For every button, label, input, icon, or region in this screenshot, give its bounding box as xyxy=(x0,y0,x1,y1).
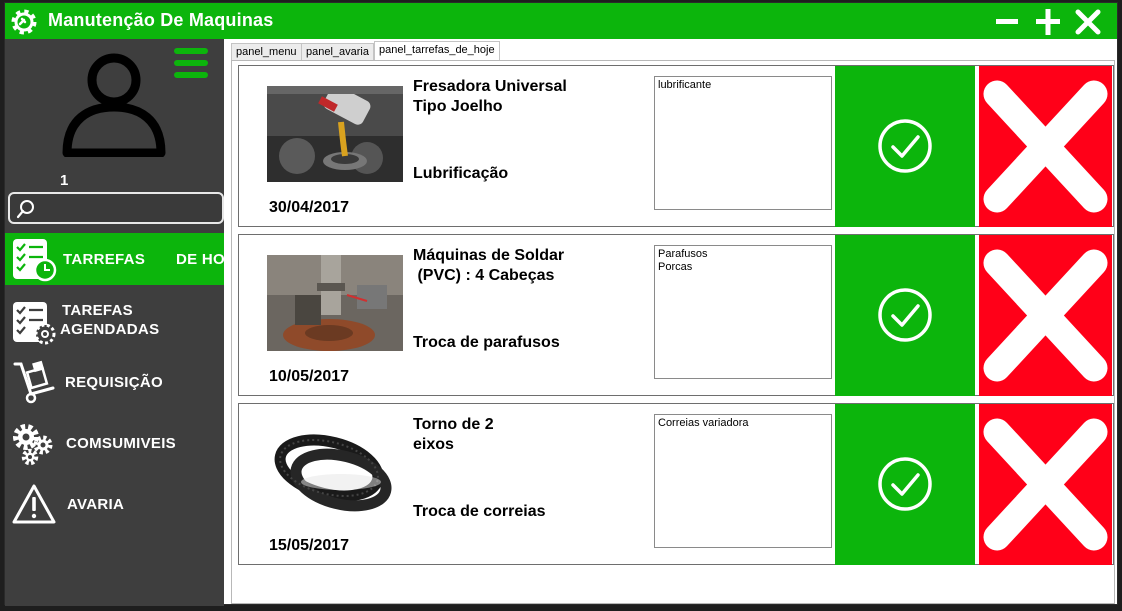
material-item: Porcas xyxy=(658,261,693,273)
maximize-button[interactable] xyxy=(1032,6,1064,38)
sidebar: 1 TARREFAS DE HO TAREFAS AGENDADAS REQUI… xyxy=(5,39,226,606)
material-item: Correias variadora xyxy=(658,417,749,429)
confirm-task-button[interactable] xyxy=(835,66,975,227)
drive-belt-image xyxy=(267,424,403,520)
cross-icon xyxy=(983,249,1108,382)
task-materials-list[interactable]: lubrificante xyxy=(654,76,832,210)
task-type: Troca de correias xyxy=(413,503,546,520)
check-circle-icon xyxy=(878,119,932,173)
task-date: 30/04/2017 xyxy=(269,199,350,216)
tab-panel-avaria[interactable]: panel_avaria xyxy=(301,43,374,61)
app-window: Manutenção De Maquinas 1 TARREFAS DE HO … xyxy=(4,2,1118,606)
tab-panel-menu[interactable]: panel_menu xyxy=(231,43,302,61)
task-materials-list[interactable]: Parafusos Porcas xyxy=(654,245,832,379)
settings-gear-icon xyxy=(11,9,37,35)
user-id: 1 xyxy=(60,172,69,189)
task-machine-name: Torno de 2 eixos xyxy=(413,416,494,453)
search-icon xyxy=(16,200,34,219)
task-date: 10/05/2017 xyxy=(269,368,350,385)
checklist-clock-icon xyxy=(13,239,57,282)
sidebar-item-label: REQUISIÇÃO xyxy=(65,374,164,391)
material-item: lubrificante xyxy=(658,79,712,91)
tab-panel-tarrefas-de-hoje[interactable]: panel_tarrefas_de_hoje xyxy=(374,41,500,61)
task-card: Máquinas de Soldar (PVC) : 4 Cabeças Tro… xyxy=(238,234,1114,396)
sidebar-item-label-2: AGENDADAS xyxy=(60,321,160,338)
minimize-button[interactable] xyxy=(991,6,1023,38)
material-item: Parafusos xyxy=(658,248,708,260)
gears-icon xyxy=(13,424,53,466)
cross-icon xyxy=(983,80,1108,213)
sidebar-item-label: AVARIA xyxy=(67,496,125,513)
sidebar-item-label-2: DE HO xyxy=(176,251,226,268)
confirm-task-button[interactable] xyxy=(835,404,975,565)
brake-disc-image xyxy=(267,255,403,351)
task-machine-name: Fresadora Universal Tipo Joelho xyxy=(413,78,567,115)
oil-pouring-image xyxy=(267,86,403,182)
title-bar[interactable]: Manutenção De Maquinas xyxy=(5,3,1117,39)
close-button[interactable] xyxy=(1072,6,1104,38)
cancel-task-button[interactable] xyxy=(979,404,1112,565)
sidebar-item-requisicao[interactable]: REQUISIÇÃO xyxy=(5,356,224,408)
tasks-panel: Fresadora Universal Tipo Joelho Lubrific… xyxy=(231,60,1115,604)
sidebar-item-tarefas-agendadas[interactable]: TAREFAS AGENDADAS xyxy=(5,296,224,348)
cross-icon xyxy=(983,418,1108,551)
task-type: Lubrificação xyxy=(413,165,509,182)
user-avatar-icon xyxy=(62,53,166,157)
task-card: Torno de 2 eixos Troca de correias 15/05… xyxy=(238,403,1114,565)
search-box[interactable] xyxy=(8,192,224,224)
window-title: Manutenção De Maquinas xyxy=(48,10,274,30)
check-circle-icon xyxy=(878,457,932,511)
warning-icon xyxy=(12,484,56,524)
check-circle-icon xyxy=(878,288,932,342)
hand-truck-icon xyxy=(13,360,55,404)
checklist-gear-icon xyxy=(13,302,56,345)
sidebar-item-tarefas-de-hoje[interactable]: TARREFAS DE HO xyxy=(5,233,226,285)
task-materials-list[interactable]: Correias variadora xyxy=(654,414,832,548)
cancel-task-button[interactable] xyxy=(979,235,1112,396)
sidebar-item-label: TAREFAS xyxy=(62,302,133,319)
confirm-task-button[interactable] xyxy=(835,235,975,396)
task-date: 15/05/2017 xyxy=(269,537,350,554)
task-machine-name: Máquinas de Soldar (PVC) : 4 Cabeças xyxy=(413,247,565,284)
sidebar-item-avaria[interactable]: AVARIA xyxy=(5,478,224,530)
sidebar-item-label: TARREFAS xyxy=(63,251,146,268)
sidebar-item-comsumiveis[interactable]: COMSUMIVEIS xyxy=(5,417,224,469)
hamburger-menu-icon[interactable] xyxy=(173,47,209,81)
sidebar-item-label: COMSUMIVEIS xyxy=(66,435,176,452)
task-type: Troca de parafusos xyxy=(413,334,560,351)
task-card: Fresadora Universal Tipo Joelho Lubrific… xyxy=(238,65,1114,227)
cancel-task-button[interactable] xyxy=(979,66,1112,227)
